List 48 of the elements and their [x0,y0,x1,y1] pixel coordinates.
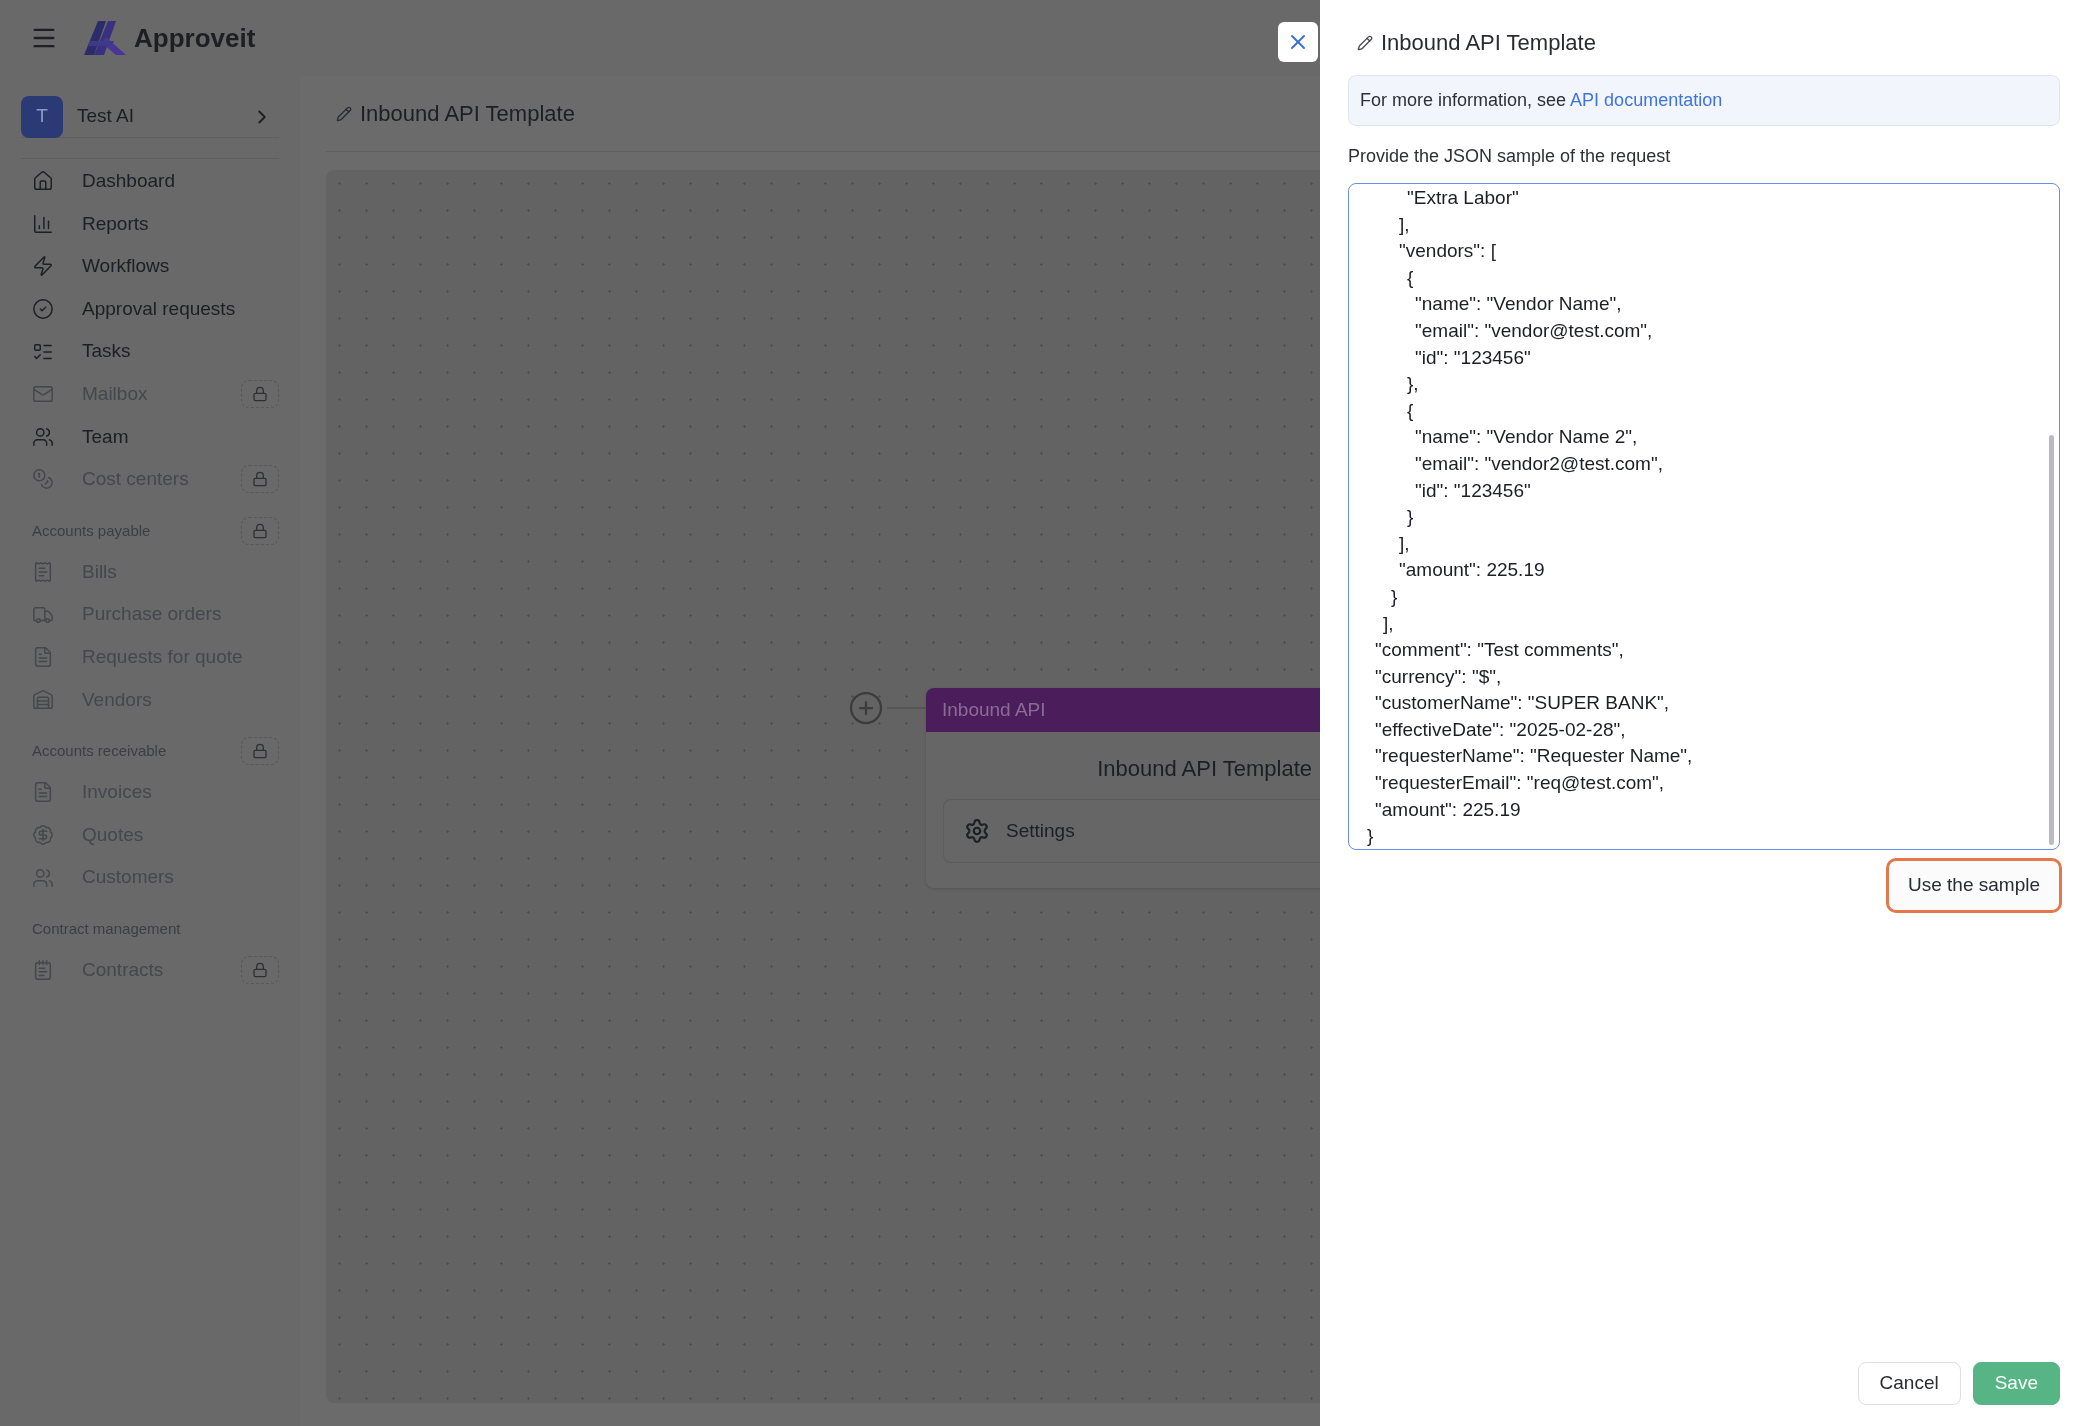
drawer-title: Inbound API Template [1381,29,1596,57]
field-label: Provide the JSON sample of the request [1348,145,1672,168]
document-icon [32,646,54,669]
sidebar-item[interactable]: Approval requests [82,294,236,324]
check-circle-icon [32,298,54,321]
json-field[interactable]: "Extra Labor" ], "vendors": [ { "name": "Vendor Name", "email": "vendor@test.com", "id": "123456" }, { "name": "Vendor Name 2", "email": "vendor2@test.com", "id": "123456" } ], "amount": 225.19 } ], "comment": "Test comments", "currency": "$", "customerName": "SUPER BANK", "effectiveDate": "2025-02-28", "requesterName": "Requester Name", "requesterEmail": "req@test.com", "amount": 225.19 } [1348,183,2060,850]
settings-row[interactable]: Settings [943,799,1320,863]
lock-icon [252,471,268,488]
page-title: Inbound API Template [360,100,575,128]
document-icon [32,781,54,804]
sidebar-item[interactable]: Team [82,422,129,452]
node-type: Inbound API [942,697,1046,722]
info-text: For more information, see API documentation [1360,89,1723,112]
scrollbar-thumb[interactable] [2049,435,2054,845]
lightning-icon [32,255,54,278]
sidebar-item[interactable]: Workflows [82,252,170,281]
lock-icon [252,386,268,403]
settings-icon [964,818,990,844]
lock-icon [252,743,268,760]
building-icon [32,688,54,711]
receipt-icon [32,561,54,584]
add-node-icon[interactable] [848,690,884,726]
avatar: T [21,95,63,138]
close-button[interactable] [1278,22,1318,62]
workspace-name[interactable]: Test AI [77,102,135,131]
pencil-icon [1357,34,1373,51]
sidebar-item[interactable]: Tasks [82,337,131,366]
sidebar-item[interactable]: Reports [82,209,149,239]
dollar-badge-icon [32,824,54,846]
sidebar-item[interactable]: Dashboard [82,167,175,196]
save-button[interactable]: Save [1972,1362,2060,1405]
lock-icon [252,522,268,539]
use-sample-button[interactable]: Use the sample [1888,860,2060,911]
pencil-icon [336,105,352,122]
chart-icon [32,212,54,235]
app-name: Approveit [134,21,256,55]
people-icon [32,866,54,889]
coins-icon [32,468,54,491]
notepad-icon [32,959,54,982]
people-icon [32,425,54,448]
house-icon [32,170,54,193]
node-title: Inbound API Template [1097,755,1313,783]
lock-icon [252,962,268,979]
workflow-node[interactable]: Inbound API Inbound API Template Settings [926,688,1320,888]
settings-label: Settings [1006,818,1075,843]
logo-icon [84,21,126,55]
documentation-link[interactable]: API documentation [1570,90,1723,110]
cancel-button[interactable]: Cancel [1857,1362,1961,1405]
